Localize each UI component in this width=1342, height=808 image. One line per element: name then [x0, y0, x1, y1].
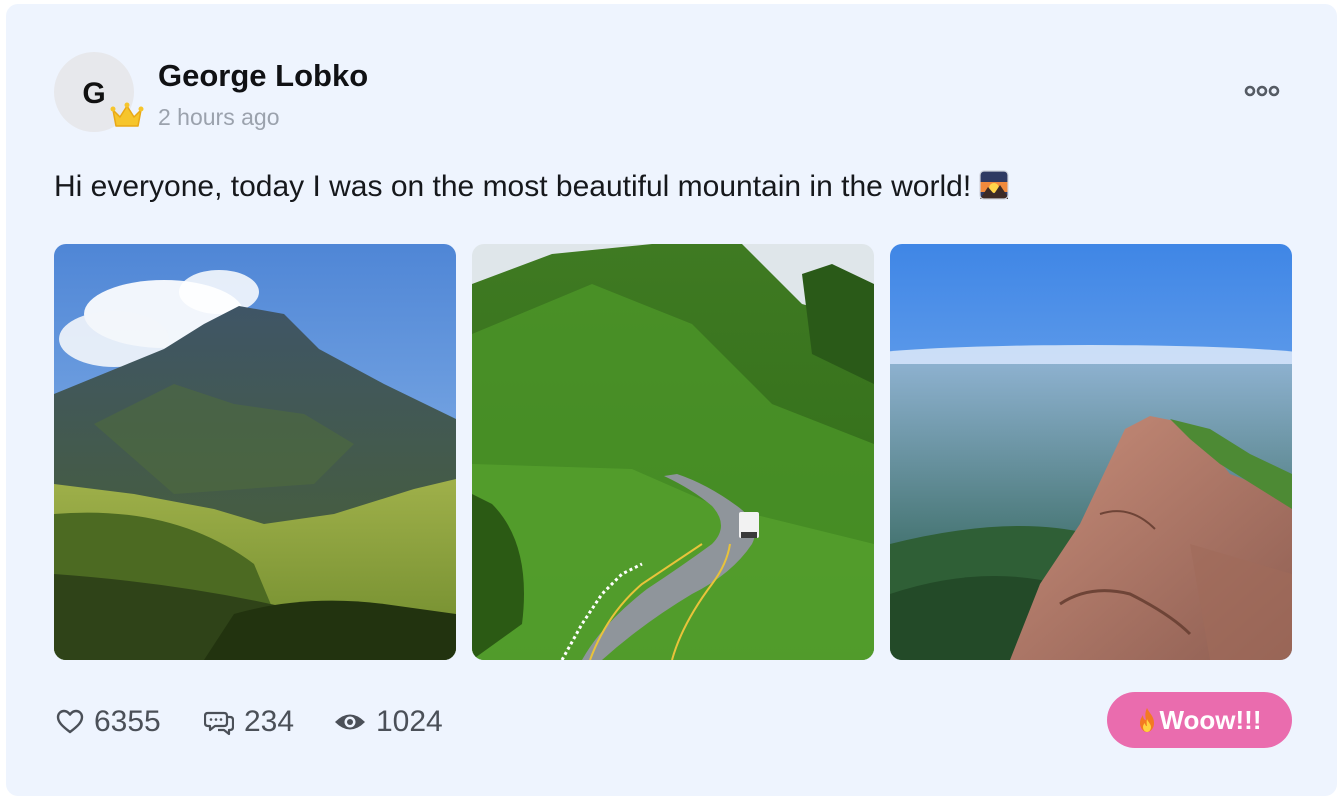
more-dots-icon — [1244, 85, 1280, 97]
likes-count: 6355 — [94, 705, 161, 738]
reaction-badge[interactable]: Woow!!! — [1107, 692, 1292, 748]
mountain-road-image — [472, 244, 874, 660]
post-photo-mountain-peak[interactable] — [54, 244, 456, 660]
heart-icon — [56, 709, 84, 734]
fire-icon — [1140, 708, 1155, 732]
post-text: Hi everyone, today I was on the most bea… — [54, 170, 972, 203]
crown-icon — [110, 102, 144, 127]
post-photo-rocky-summit[interactable] — [890, 244, 1292, 660]
reaction-label: Woow!!! — [1159, 704, 1262, 735]
post-body: Hi everyone, today I was on the most bea… — [54, 170, 1009, 204]
author-name[interactable]: George Lobko — [158, 58, 368, 94]
views-stat[interactable]: 1024 — [334, 702, 443, 742]
avatar-initial: G — [82, 77, 106, 110]
comments-stat[interactable]: 234 — [204, 702, 294, 742]
sunrise-over-mountains-icon — [979, 170, 1009, 200]
eye-icon — [335, 714, 365, 730]
more-options-button[interactable] — [1238, 76, 1286, 106]
comment-icon — [204, 711, 234, 736]
mountain-peak-image — [54, 244, 456, 660]
post-card: G George Lobko 2 hours ago Hi everyone, … — [6, 4, 1337, 796]
post-timestamp: 2 hours ago — [158, 104, 280, 130]
rocky-summit-image — [890, 244, 1292, 660]
likes-stat[interactable]: 6355 — [56, 702, 161, 742]
views-count: 1024 — [376, 705, 443, 738]
post-photo-mountain-road[interactable] — [472, 244, 874, 660]
comments-count: 234 — [244, 705, 295, 738]
